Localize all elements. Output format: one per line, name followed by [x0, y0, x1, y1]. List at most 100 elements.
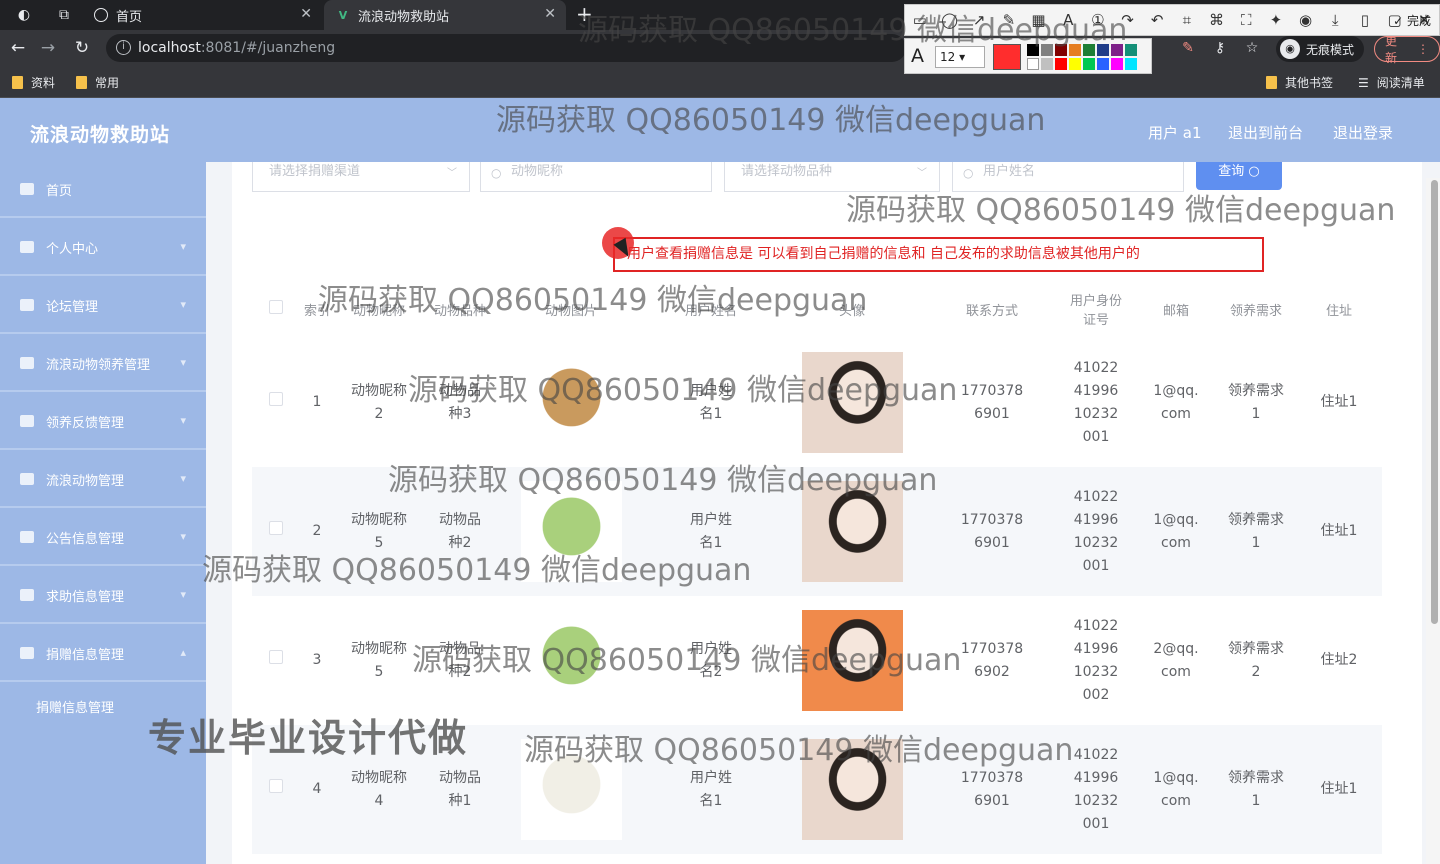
close-tab-icon[interactable]: ✕	[544, 6, 556, 22]
tab-home[interactable]: 首页 ✕	[82, 0, 322, 30]
row-checkbox[interactable]	[269, 392, 283, 406]
site-info-icon[interactable]: i	[116, 40, 131, 55]
cell-email: 1@qq.com	[1136, 467, 1216, 596]
channel-select[interactable]: 请选择捐赠渠道 ﹀	[252, 162, 470, 192]
query-label: 查询	[1218, 164, 1245, 179]
font-size-value: 12	[940, 50, 956, 64]
sidebar-item-home[interactable]: 首页	[0, 162, 206, 218]
home-icon	[20, 183, 34, 195]
cell-index: 1	[312, 394, 322, 410]
reading-list[interactable]: ☰ 阅读清单	[1358, 74, 1425, 91]
header-user-link[interactable]: 用户 a1	[1148, 122, 1202, 143]
color-swatch[interactable]	[1097, 58, 1109, 70]
header-idcard[interactable]: 用户身份证号	[1056, 280, 1136, 338]
header-checkbox[interactable]	[252, 280, 300, 338]
incognito-icon: ◉	[1280, 39, 1300, 59]
header-frontend-link[interactable]: 退出到前台	[1228, 122, 1303, 143]
sidebar-item-animals[interactable]: 流浪动物管理 ▾	[0, 452, 206, 508]
key-icon[interactable]: ⚷	[1204, 36, 1236, 60]
forward-icon[interactable]: →	[36, 36, 60, 60]
download-icon[interactable]: ⤓	[1320, 11, 1350, 29]
url-host: localhost	[138, 40, 201, 56]
forum-icon	[20, 299, 34, 311]
ocr-icon[interactable]: ⌗	[1172, 11, 1202, 29]
chevron-down-icon: ▾	[180, 356, 186, 369]
star-icon[interactable]: ☆	[1236, 36, 1268, 60]
chevron-down-icon: ▾	[180, 240, 186, 253]
scrollbar-thumb[interactable]	[1431, 180, 1438, 624]
color-swatch[interactable]	[1125, 58, 1137, 70]
translate-icon[interactable]: ✎	[1172, 36, 1204, 60]
color-swatch[interactable]	[1041, 58, 1053, 70]
folder-icon	[1266, 76, 1277, 89]
nickname-placeholder: 动物昵称	[511, 164, 564, 179]
header-need[interactable]: 领养需求	[1216, 280, 1296, 338]
sidebar-item-notices[interactable]: 公告信息管理 ▾	[0, 510, 206, 566]
cell-address: 住址1	[1320, 394, 1358, 410]
done-button[interactable]: ✓ 完成	[1393, 12, 1431, 29]
sidebar-item-adoption[interactable]: 流浪动物领养管理 ▾	[0, 336, 206, 392]
crop-icon[interactable]: ⛶	[1231, 11, 1261, 29]
select-all-checkbox[interactable]	[269, 300, 283, 314]
sidebar-item-donations[interactable]: 捐赠信息管理 ▴	[0, 626, 206, 682]
watermark: 源码获取 QQ86050149 微信deepguan	[412, 643, 962, 678]
bookmarks-bar: 资料 常用 其他书签 ☰ 阅读清单	[0, 66, 1440, 98]
feedback-icon	[20, 415, 34, 427]
sidebar-subitem-donations[interactable]: 捐赠信息管理	[36, 697, 114, 716]
browser-menu-icon[interactable]: ◐	[12, 3, 36, 27]
sidebar-item-label: 首页	[46, 183, 73, 199]
sidebar-item-help[interactable]: 求助信息管理 ▾	[0, 568, 206, 624]
nickname-input[interactable]: ○ 动物昵称	[480, 162, 712, 192]
row-checkbox[interactable]	[269, 521, 283, 535]
extension-icon[interactable]: ⧉	[52, 3, 76, 27]
tab-home-label: 首页	[116, 9, 143, 25]
app-title: 流浪动物救助站	[30, 124, 171, 146]
url-path: :8081/#/juanzheng	[200, 40, 336, 56]
pin-icon[interactable]: ✦	[1261, 11, 1291, 29]
tab-rescue-station[interactable]: V 流浪动物救助站 ✕	[324, 0, 566, 30]
bookmark-folder[interactable]: 常用	[76, 74, 119, 91]
color-swatch[interactable]	[1055, 58, 1067, 70]
font-size-select[interactable]: 12 ▾	[935, 46, 985, 68]
row-checkbox[interactable]	[269, 779, 283, 793]
color-swatch[interactable]	[1083, 58, 1095, 70]
header-phone[interactable]: 联系方式	[928, 280, 1056, 338]
header-address[interactable]: 住址	[1296, 280, 1382, 338]
row-checkbox-cell[interactable]	[252, 596, 300, 725]
cell-need: 领养需求1	[1216, 467, 1296, 596]
watermark: 源码获取 QQ86050149 微信deepguan	[388, 463, 938, 498]
record-icon[interactable]: ◉	[1291, 11, 1321, 29]
close-tab-icon[interactable]: ✕	[300, 6, 312, 22]
header-logout-link[interactable]: 退出登录	[1333, 122, 1393, 143]
undo-icon[interactable]: ↶	[1142, 11, 1172, 29]
color-swatch[interactable]	[1111, 58, 1123, 70]
sidebar-item-feedback[interactable]: 领养反馈管理 ▾	[0, 394, 206, 450]
watermark: 源码获取 QQ86050149 微信deepguan	[318, 283, 868, 318]
other-bookmarks[interactable]: 其他书签	[1266, 74, 1333, 91]
chevron-down-icon: ▾	[180, 414, 186, 427]
sidebar-item-label: 公告信息管理	[46, 531, 125, 547]
row-checkbox[interactable]	[269, 650, 283, 664]
cell-idcard: 410224199610232002	[1073, 617, 1119, 703]
sidebar-item-profile[interactable]: 个人中心 ▾	[0, 220, 206, 276]
sidebar-item-label: 流浪动物管理	[46, 473, 125, 489]
done-label: 完成	[1406, 14, 1431, 28]
annotation-note: 用户查看捐赠信息是 可以看到自己捐赠的信息和 自己发布的求助信息被其他用户的	[613, 237, 1264, 272]
copy-icon[interactable]: ▯	[1350, 11, 1380, 29]
reload-icon[interactable]: ↻	[70, 36, 94, 60]
bookmark-folder[interactable]: 资料	[12, 74, 55, 91]
sidebar-item-forum[interactable]: 论坛管理 ▾	[0, 278, 206, 334]
row-checkbox-cell[interactable]	[252, 338, 300, 467]
color-swatch[interactable]	[1069, 58, 1081, 70]
translate-tool-icon[interactable]: ⌘	[1202, 11, 1232, 29]
watermark: 源码获取 QQ86050149 微信deepguan	[578, 13, 1128, 48]
color-swatch[interactable]	[1027, 58, 1039, 70]
sidebar-item-label: 个人中心	[46, 241, 99, 257]
search-icon: ○	[491, 166, 502, 180]
incognito-badge[interactable]: ◉ 无痕模式	[1276, 36, 1365, 62]
update-button[interactable]: 更新 ⋮	[1374, 34, 1440, 65]
notice-icon	[20, 531, 34, 543]
back-icon[interactable]: ←	[6, 36, 30, 60]
sidebar-item-label: 求助信息管理	[46, 589, 125, 605]
header-email[interactable]: 邮箱	[1136, 280, 1216, 338]
